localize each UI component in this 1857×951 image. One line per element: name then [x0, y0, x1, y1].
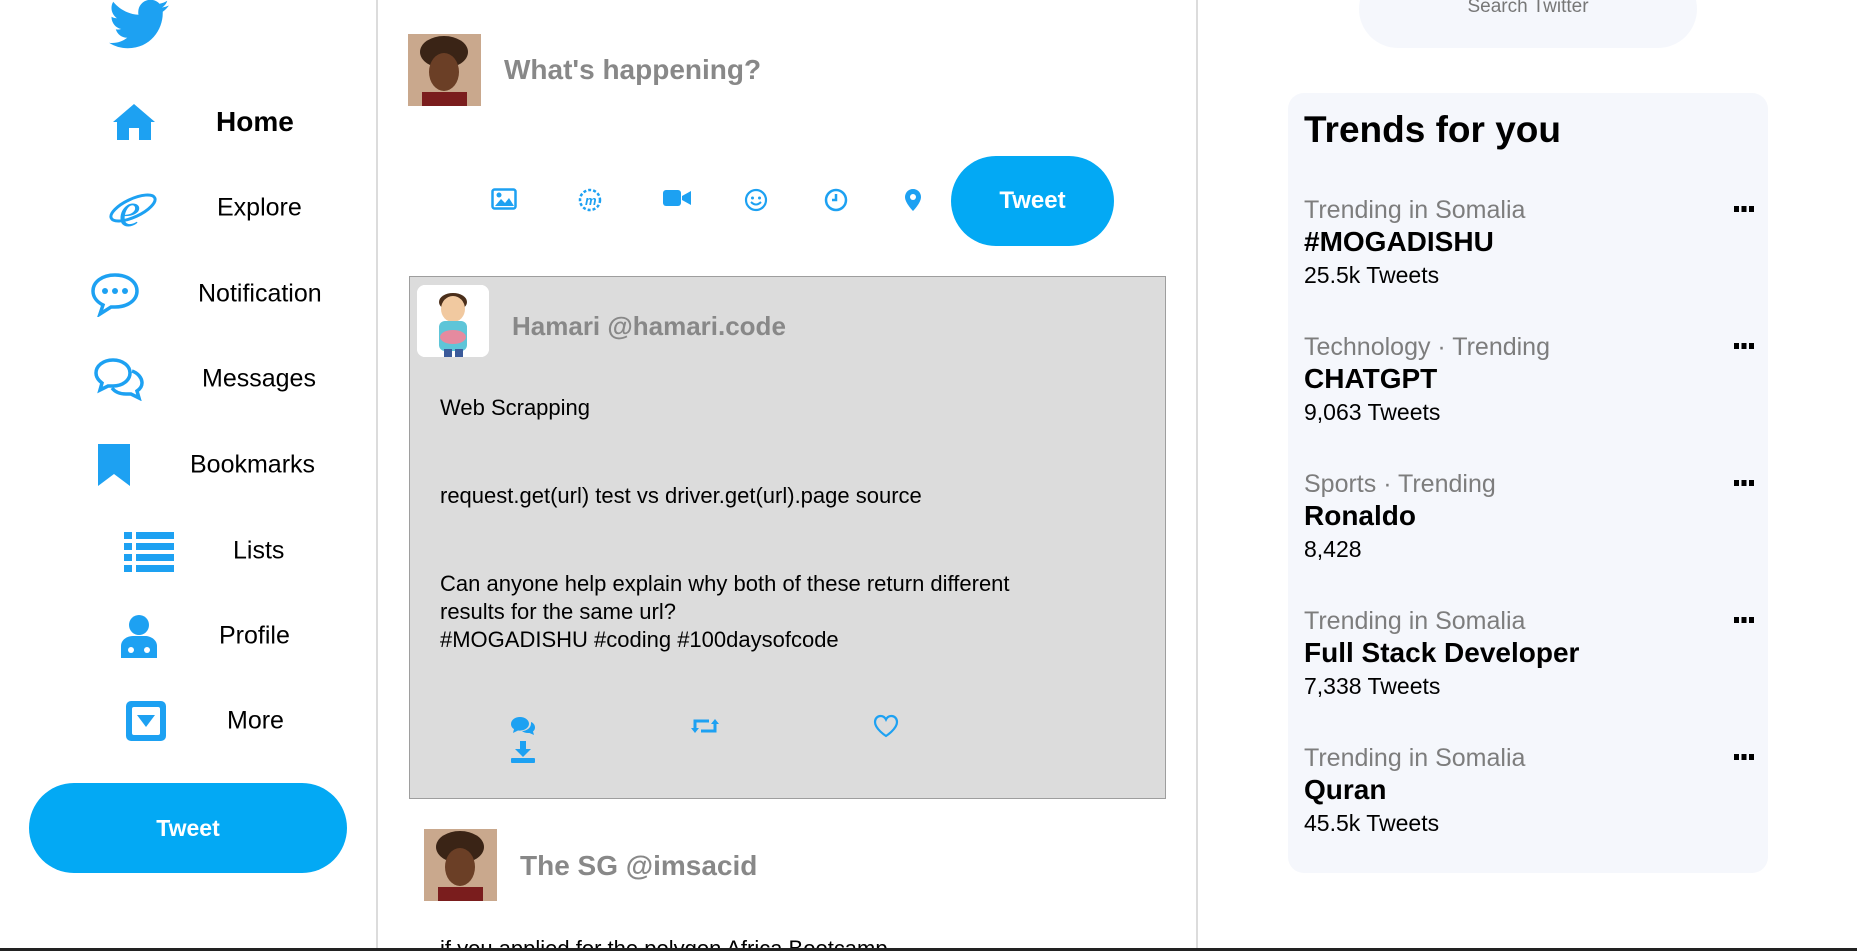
more-icon[interactable] [1734, 206, 1754, 212]
sidebar-item-notification[interactable]: Notification [0, 259, 378, 329]
list-icon [124, 530, 174, 572]
trend-context: Trending in Somalia [1304, 744, 1526, 772]
avatar[interactable] [417, 285, 489, 357]
home-icon [111, 102, 157, 142]
trend-context: Trending in Somalia [1304, 607, 1526, 635]
tweet-author[interactable]: Hamari @hamari.code [512, 311, 786, 342]
location-icon[interactable] [904, 188, 922, 212]
trend-count: 8,428 [1304, 536, 1362, 562]
trend-item[interactable]: Sports · Trending Ronaldo 8,428 [1304, 470, 1754, 580]
retweet-icon[interactable] [691, 716, 719, 736]
trend-item[interactable]: Trending in Somalia #MOGADISHU 25.5k Twe… [1304, 196, 1754, 306]
image-icon[interactable] [491, 188, 517, 210]
tweet-text-line: Web Scrapping [440, 395, 591, 420]
sidebar-item-more[interactable]: More [0, 686, 378, 756]
compose-input[interactable]: What's happening? [504, 54, 761, 86]
caret-square-down-icon [124, 699, 168, 743]
messages-icon [94, 357, 144, 401]
tweet-text-line: request.get(url) test vs driver.get(url)… [440, 483, 922, 508]
reply-icon[interactable] [510, 715, 536, 737]
sidebar-item-bookmarks[interactable]: Bookmarks [0, 430, 378, 500]
trends-panel: Trends for you Trending in Somalia #MOGA… [1288, 93, 1768, 873]
svg-text:e: e [119, 184, 140, 234]
more-icon[interactable] [1734, 343, 1754, 349]
sidebar-item-label: Bookmarks [190, 450, 316, 479]
sidebar-item-profile[interactable]: Profile [0, 601, 378, 671]
more-icon[interactable] [1734, 617, 1754, 623]
trend-name[interactable]: Full Stack Developer [1304, 637, 1579, 669]
trend-context: Sports · Trending [1304, 470, 1496, 498]
tweet-text-line: results for the same url? [440, 599, 676, 624]
avatar[interactable] [408, 34, 481, 106]
sidebar-item-messages[interactable]: Messages [0, 344, 378, 414]
trend-context: Trending in Somalia [1304, 196, 1526, 224]
main-feed: What's happening? m Tweet Hamari @hamari… [378, 0, 1198, 951]
trend-name[interactable]: Quran [1304, 774, 1386, 806]
emoji-icon[interactable] [744, 188, 768, 212]
tweet-card[interactable]: Hamari @hamari.code Web Scrapping reques… [409, 276, 1166, 799]
avatar[interactable] [424, 829, 497, 901]
trend-count: 9,063 Tweets [1304, 399, 1441, 425]
compose-tweet-button[interactable]: Tweet [951, 156, 1114, 246]
more-icon[interactable] [1734, 480, 1754, 486]
user-icon [119, 614, 159, 658]
sidebar-item-label: Lists [233, 536, 285, 565]
twitter-bird-icon[interactable] [108, 0, 172, 54]
trend-count: 7,338 Tweets [1304, 673, 1441, 699]
trend-count: 25.5k Tweets [1304, 262, 1440, 288]
tweet-text-line: Can anyone help explain why both of thes… [440, 571, 1010, 596]
sidebar-item-label: Home [216, 106, 294, 137]
sidebar: Home e Explore Notification Messages Boo… [0, 0, 378, 951]
schedule-icon[interactable] [824, 188, 848, 212]
trend-item[interactable]: Trending in Somalia Full Stack Developer… [1304, 607, 1754, 717]
trend-name[interactable]: CHATGPT [1304, 363, 1437, 395]
sidebar-item-label: Explore [217, 193, 302, 222]
sidebar-item-label: Profile [219, 621, 290, 650]
download-icon[interactable] [511, 741, 535, 763]
more-icon[interactable] [1734, 754, 1754, 760]
trend-item[interactable]: Trending in Somalia Quran 45.5k Tweets [1304, 744, 1754, 854]
bookmark-icon [96, 442, 132, 488]
explore-icon: e [107, 182, 159, 234]
trend-name[interactable]: Ronaldo [1304, 500, 1416, 532]
sidebar-tweet-button[interactable]: Tweet [29, 783, 347, 873]
trends-title: Trends for you [1304, 109, 1561, 150]
tweet-hashtags[interactable]: #MOGADISHU #coding #100daysofcode [440, 626, 839, 654]
trend-context: Technology · Trending [1304, 333, 1550, 361]
trend-name[interactable]: #MOGADISHU [1304, 226, 1494, 258]
sidebar-item-lists[interactable]: Lists [0, 516, 378, 586]
gif-icon[interactable]: m [578, 188, 602, 212]
sidebar-item-label: Notification [198, 279, 322, 308]
trend-item[interactable]: Technology · Trending CHATGPT 9,063 Twee… [1304, 333, 1754, 443]
sidebar-item-explore[interactable]: e Explore [0, 173, 378, 243]
trend-count: 45.5k Tweets [1304, 810, 1440, 836]
chat-bubble-icon [90, 271, 140, 317]
video-icon[interactable] [663, 188, 691, 208]
like-icon[interactable] [873, 714, 899, 738]
sidebar-item-home[interactable]: Home [0, 87, 378, 157]
search-input[interactable]: Search Twitter [1359, 0, 1697, 48]
search-placeholder: Search Twitter [1467, 0, 1589, 17]
sidebar-item-label: More [227, 706, 284, 735]
sidebar-item-label: Messages [202, 364, 316, 393]
svg-text:m: m [585, 193, 597, 208]
tweet-author[interactable]: The SG @imsacid [520, 850, 757, 882]
